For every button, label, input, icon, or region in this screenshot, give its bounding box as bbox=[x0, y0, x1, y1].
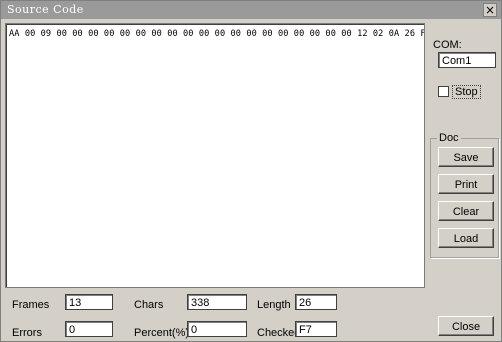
title-bar: Source Code × bbox=[1, 1, 501, 19]
com-label: COM: bbox=[433, 39, 462, 51]
length-field: 26 bbox=[295, 294, 337, 310]
percent-label: Percent(%) bbox=[134, 327, 190, 339]
com-port-input[interactable]: Com1 bbox=[438, 52, 496, 68]
close-button[interactable]: Close bbox=[438, 316, 494, 336]
doc-group-title: Doc bbox=[437, 132, 461, 144]
source-code-window: Source Code × AA 00 09 00 00 00 00 00 00… bbox=[0, 0, 502, 342]
hex-data-textarea[interactable]: AA 00 09 00 00 00 00 00 00 00 00 00 00 0… bbox=[5, 23, 425, 288]
checked-label: Checked bbox=[257, 327, 301, 339]
print-button[interactable]: Print bbox=[438, 174, 494, 194]
stop-label[interactable]: Stop bbox=[452, 85, 481, 99]
errors-label: Errors bbox=[12, 327, 42, 339]
load-button[interactable]: Load bbox=[438, 228, 494, 248]
frames-field: 13 bbox=[65, 294, 113, 310]
hex-data-text: AA 00 09 00 00 00 00 00 00 00 00 00 00 0… bbox=[9, 29, 425, 39]
errors-field: 0 bbox=[65, 321, 113, 337]
stop-checkbox[interactable] bbox=[438, 86, 449, 97]
frames-label: Frames bbox=[12, 299, 50, 311]
chars-field: 338 bbox=[187, 294, 247, 310]
length-label: Length bbox=[257, 299, 291, 311]
window-title: Source Code bbox=[7, 3, 84, 16]
checked-field: F7 bbox=[295, 321, 337, 337]
save-button[interactable]: Save bbox=[438, 147, 494, 167]
chars-label: Chars bbox=[134, 299, 164, 311]
close-icon[interactable]: × bbox=[483, 3, 497, 17]
clear-button[interactable]: Clear bbox=[438, 201, 494, 221]
percent-field: 0 bbox=[187, 321, 247, 337]
